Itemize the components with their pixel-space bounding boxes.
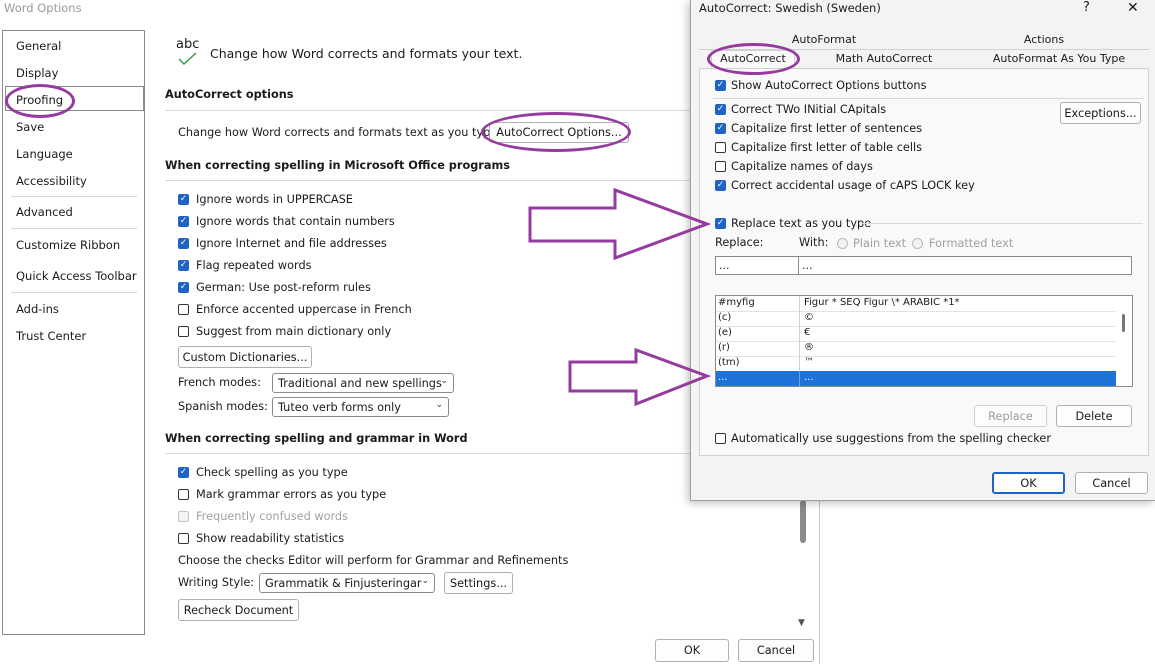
annotation-arrow-list-entry	[568, 347, 712, 407]
annotation-arrow-replace-text	[528, 187, 712, 261]
annotation-arrows	[528, 187, 712, 407]
